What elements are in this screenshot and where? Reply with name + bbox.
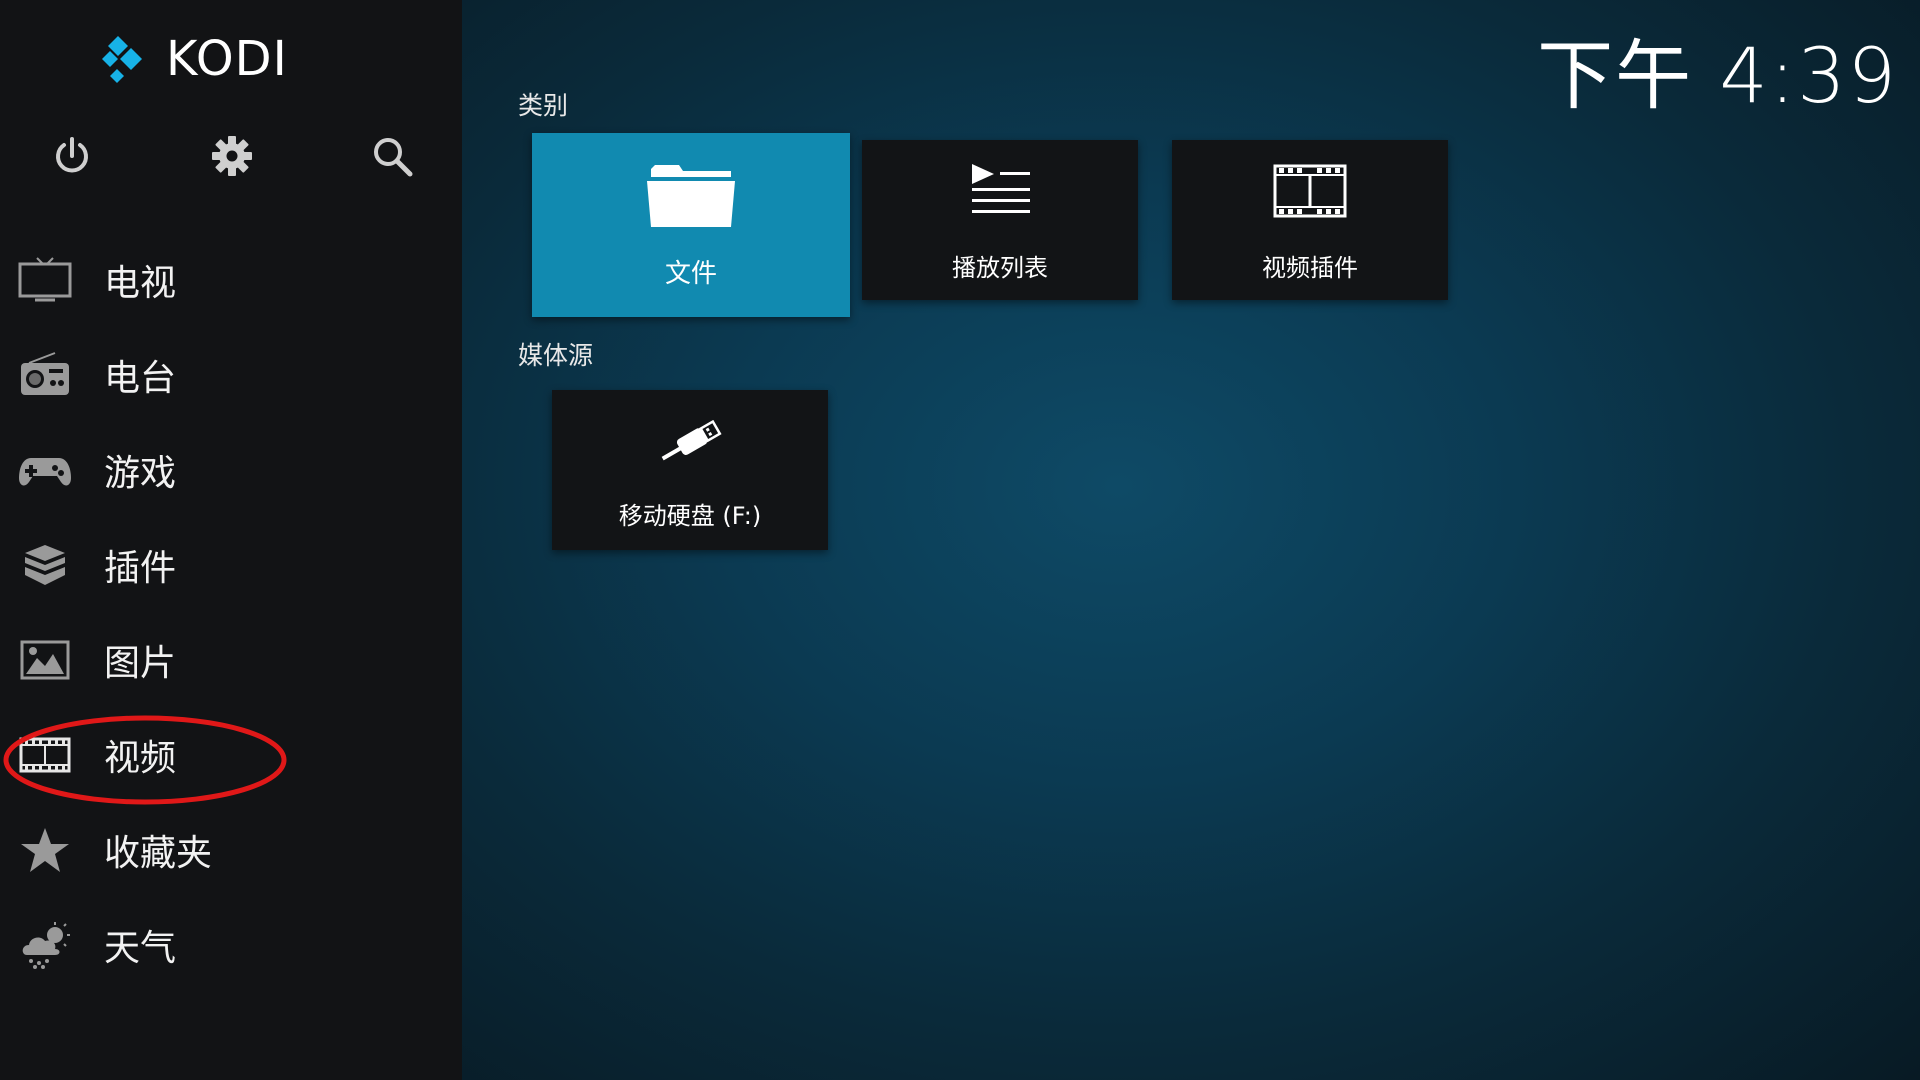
gear-icon xyxy=(212,136,252,176)
sidebar-item-label: 游戏 xyxy=(104,453,177,494)
clock: 下午 4:39 xyxy=(1537,31,1898,120)
sidebar-item-games[interactable]: 游戏 xyxy=(0,430,462,510)
source-tile-usb-drive[interactable]: 移动硬盘 (F:) xyxy=(552,390,828,550)
film-icon xyxy=(1273,164,1347,218)
sidebar-item-label: 插件 xyxy=(104,548,177,589)
tile-label: 播放列表 xyxy=(952,254,1048,282)
usb-icon xyxy=(655,420,725,468)
sidebar-item-label: 视频 xyxy=(104,738,177,779)
playlist-icon xyxy=(968,162,1032,218)
tile-label: 文件 xyxy=(664,259,717,289)
sidebar-item-pictures[interactable]: 图片 xyxy=(0,620,462,700)
sidebar-item-weather[interactable]: 天气 xyxy=(0,905,462,985)
picture-icon xyxy=(16,635,74,685)
media-sources-heading: 媒体源 xyxy=(518,341,594,370)
sidebar: KODI 电视 电台 游戏 插件 图片 视频 收藏夹 天气 xyxy=(0,0,462,1080)
sidebar-item-favourites[interactable]: 收藏夹 xyxy=(0,810,462,890)
power-icon xyxy=(56,137,88,173)
tile-label: 视频插件 xyxy=(1262,254,1358,282)
kodi-home-screen: KODI 电视 电台 游戏 插件 图片 视频 收藏夹 天气 下午 4:39 类别… xyxy=(0,0,1920,1080)
search-icon xyxy=(374,138,413,177)
kodi-logo[interactable]: KODI xyxy=(88,30,288,88)
settings-button[interactable] xyxy=(206,130,258,182)
kodi-logo-text: KODI xyxy=(166,31,288,87)
film-icon xyxy=(16,730,74,780)
sidebar-item-label: 电视 xyxy=(104,263,177,304)
gamepad-icon xyxy=(16,445,74,495)
sidebar-item-tv[interactable]: 电视 xyxy=(0,240,462,320)
tile-label: 移动硬盘 (F:) xyxy=(618,502,762,530)
sidebar-item-label: 图片 xyxy=(104,643,177,684)
sidebar-item-addons[interactable]: 插件 xyxy=(0,525,462,605)
category-tile-playlists[interactable]: 播放列表 xyxy=(862,140,1138,300)
star-icon xyxy=(16,825,74,875)
weather-icon xyxy=(16,920,74,970)
main-content: 下午 4:39 类别 文件 播放列表 视频插件 媒体源 移动硬盘 (F:) xyxy=(462,0,1920,1080)
sidebar-item-label: 天气 xyxy=(104,928,177,969)
sidebar-item-label: 收藏夹 xyxy=(104,833,213,874)
addons-box-icon xyxy=(16,540,74,590)
categories-heading: 类别 xyxy=(518,91,569,120)
radio-icon xyxy=(16,350,74,400)
sidebar-item-label: 电台 xyxy=(104,358,177,399)
category-tile-video-addons[interactable]: 视频插件 xyxy=(1172,140,1448,300)
sidebar-item-radio[interactable]: 电台 xyxy=(0,335,462,415)
category-tile-files[interactable]: 文件 xyxy=(532,133,850,317)
tv-icon xyxy=(16,255,74,305)
search-button[interactable] xyxy=(366,130,418,182)
sidebar-item-videos[interactable]: 视频 xyxy=(0,715,462,795)
power-button[interactable] xyxy=(46,130,98,182)
kodi-logo-icon xyxy=(102,36,142,83)
top-icon-bar xyxy=(0,130,462,190)
folder-icon xyxy=(643,159,739,231)
